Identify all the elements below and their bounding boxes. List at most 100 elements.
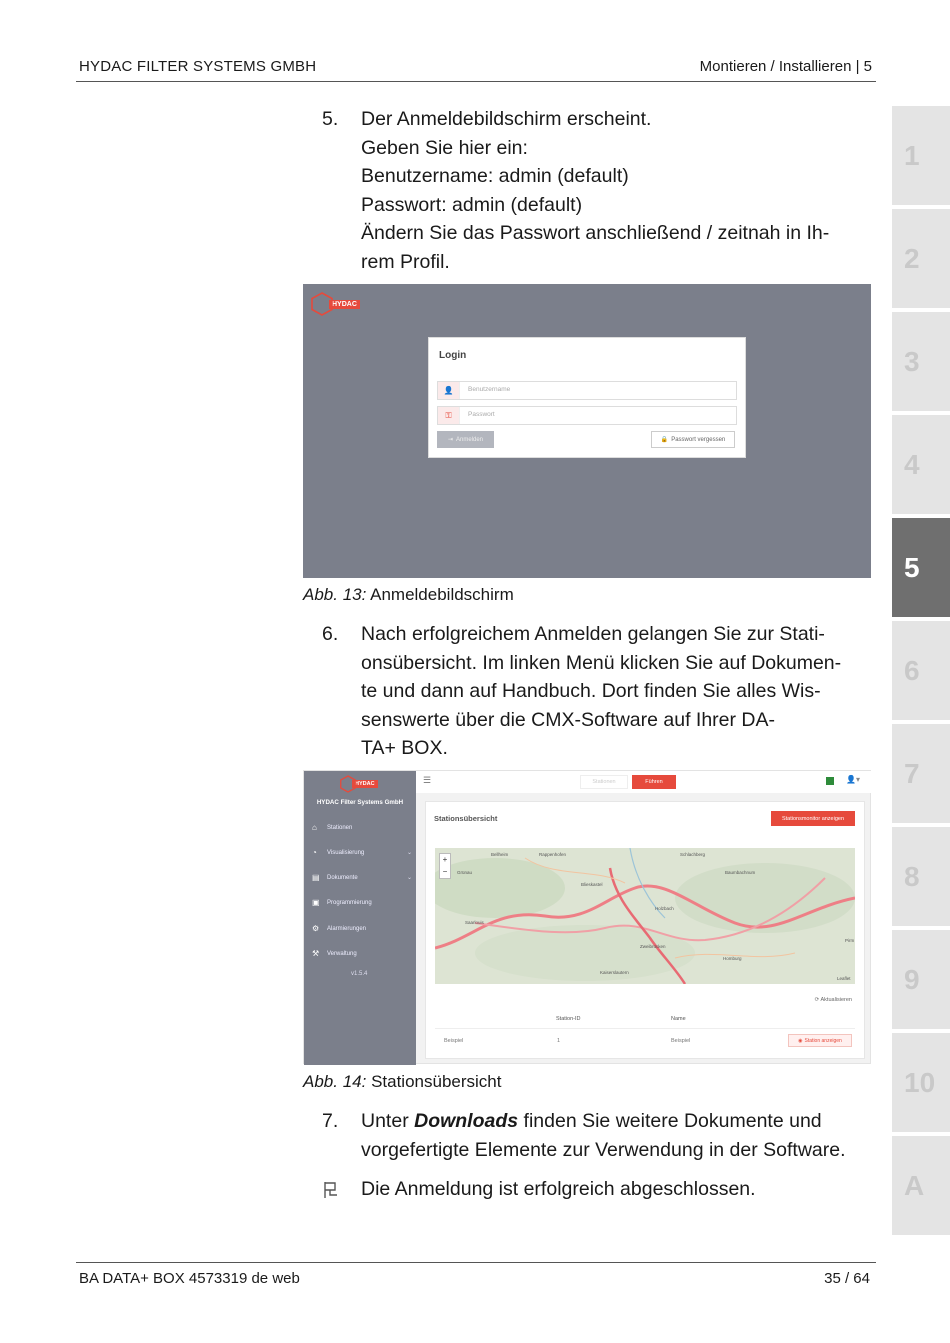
map-label: Holzbach (655, 906, 674, 911)
page-header: HYDAC FILTER SYSTEMS GMBH Montieren / In… (76, 56, 876, 82)
step-text-part: finden Sie weitere Dokumente und (518, 1110, 822, 1132)
hexagon-logo-icon (311, 292, 333, 316)
sidebar-item-documents[interactable]: ▤ Dokumente ⌄ (312, 873, 412, 882)
tab-7[interactable]: 7 (892, 724, 950, 823)
step-number: 5. (322, 108, 339, 130)
tab-3[interactable]: 3 (892, 312, 950, 411)
sidebar-item-label: Stationen (327, 824, 353, 831)
map-label: Baumbachnum (725, 870, 756, 875)
map-label: Homburg (723, 956, 742, 961)
key-icon: ⚿ (438, 407, 460, 424)
logo-text: HYDAC (329, 299, 360, 309)
result-flag-icon (322, 1180, 340, 1206)
map-label: Grünau (457, 870, 473, 875)
map-label: Blieskastel (581, 882, 603, 887)
footer-page: 35 / 64 (824, 1270, 870, 1287)
login-button-label: Anmelden (456, 436, 484, 443)
login-button[interactable]: ⇥ Anmelden (437, 431, 494, 448)
sidebar: HYDAC HYDAC Filter Systems GmbH ⌂ Statio… (304, 771, 416, 1065)
user-icon: 👤 (438, 382, 460, 399)
tab-1[interactable]: 1 (892, 106, 950, 205)
show-station-button[interactable]: ◉ Station anzeigen (788, 1034, 852, 1047)
sidebar-item-label: Dokumente (327, 874, 358, 881)
step-number: 6. (322, 623, 339, 645)
password-input[interactable]: ⚿ Passwort (437, 406, 737, 425)
table-divider (435, 1028, 855, 1029)
login-card: Login 👤 Benutzername ⚿ Passwort ⇥ Anmeld… (428, 337, 746, 458)
top-bar: ☰ Stationen Führen 👤▾ (416, 771, 872, 793)
sidebar-item-stations[interactable]: ⌂ Stationen (312, 823, 412, 832)
map-attribution[interactable]: Leaflet (837, 976, 851, 981)
tab-5[interactable]: 5 (892, 518, 950, 617)
map-label: Bellheim (491, 852, 509, 857)
caption-title: Stationsübersicht (371, 1072, 502, 1091)
header-company: HYDAC FILTER SYSTEMS GMBH (79, 58, 317, 75)
step-line: rem Profil. (361, 250, 450, 273)
user-menu-icon[interactable]: 👤▾ (846, 775, 860, 784)
document-icon: ▤ (312, 873, 320, 882)
column-header-station-id[interactable]: Station-ID (556, 1016, 580, 1022)
tab-10[interactable]: 10 (892, 1033, 950, 1132)
tab-2[interactable]: 2 (892, 209, 950, 308)
alarm-icon: ⚙ (312, 924, 320, 933)
tools-icon: ⚒ (312, 949, 320, 958)
result-text: Die Anmeldung ist erfolgreich abgeschlos… (361, 1178, 756, 1200)
login-screenshot: HYDAC Login 👤 Benutzername ⚿ Passwort ⇥ … (303, 284, 871, 578)
tab-4[interactable]: 4 (892, 415, 950, 514)
sidebar-item-label: Programmierung (327, 899, 372, 906)
step-line: Der Anmeldebildschirm erscheint. (361, 108, 652, 130)
tab-a[interactable]: A (892, 1136, 950, 1235)
station-map[interactable]: + − Bellheim Rappenhofen Schlachberg Grün… (435, 848, 855, 984)
map-zoom-control[interactable]: + − (439, 853, 451, 879)
hamburger-menu-icon[interactable]: ☰ (423, 775, 431, 786)
step-line: Ändern Sie das Passwort anschließend / z… (361, 222, 830, 244)
step-line: Nach erfolgreichem Anmelden gelangen Sie… (361, 623, 825, 645)
step-line: onsübersicht. Im linken Menü klicken Sie… (361, 651, 842, 674)
password-placeholder: Passwort (468, 411, 495, 418)
refresh-button[interactable]: ⟳ Aktualisieren (815, 997, 852, 1003)
sidebar-item-programming[interactable]: ▣ Programmierung (312, 898, 412, 907)
sidebar-item-administration[interactable]: ⚒ Verwaltung (312, 949, 412, 958)
chart-icon: ◔ (312, 848, 317, 857)
column-header-name[interactable]: Name (671, 1016, 686, 1022)
caption-label: Abb. 13: (303, 585, 367, 604)
version-label: v1.5.4 (351, 971, 368, 977)
footer-document: BA DATA+ BOX 4573319 de web (79, 1270, 300, 1287)
stations-icon: ⌂ (312, 823, 317, 832)
tab-9[interactable]: 9 (892, 930, 950, 1029)
hydac-logo: HYDAC (311, 292, 360, 316)
table-cell-name: Beispiel (671, 1038, 691, 1044)
login-title: Login (439, 350, 467, 361)
forgot-password-button[interactable]: 🔒 Passwort vergessen (651, 431, 735, 448)
lock-icon: 🔒 (660, 437, 669, 443)
station-overview-screenshot: HYDAC HYDAC Filter Systems GmbH ⌂ Statio… (303, 770, 872, 1065)
step-text: Der Anmeldebildschirm erscheint. Geben S… (361, 105, 871, 276)
tab-6[interactable]: 6 (892, 621, 950, 720)
username-placeholder: Benutzername (468, 386, 511, 393)
caption-title: Anmeldebildschirm (370, 585, 514, 604)
step-line: vorgefertigte Elemente zur Verwendung in… (361, 1138, 846, 1161)
forgot-password-label: Passwort vergessen (671, 436, 726, 443)
map-label: Saarlouis (465, 920, 484, 925)
hexagon-logo-icon (340, 775, 356, 793)
caption-label: Abb. 14: (303, 1072, 367, 1091)
sidebar-item-label: Visualisierung (327, 849, 365, 856)
stations-pill[interactable]: Stationen (580, 775, 628, 789)
chevron-down-icon: ⌄ (406, 875, 412, 881)
username-input[interactable]: 👤 Benutzername (437, 381, 737, 400)
language-flag-icon[interactable] (826, 777, 834, 785)
header-chapter: Montieren / Installieren | 5 (699, 58, 872, 75)
map-label: Zweibrücken (640, 944, 666, 949)
eye-icon: ◉ (798, 1037, 803, 1044)
sign-in-icon: ⇥ (447, 437, 453, 443)
lead-pill[interactable]: Führen (632, 775, 676, 789)
sidebar-item-visualization[interactable]: ◔ Visualisierung ⌄ (312, 848, 412, 857)
station-monitor-button[interactable]: Stationsmonitor anzeigen (771, 811, 855, 826)
sidebar-company: HYDAC Filter Systems GmbH (316, 799, 404, 806)
tab-8[interactable]: 8 (892, 827, 950, 926)
sidebar-item-alarms[interactable]: ⚙ Alarmierungen (312, 924, 412, 933)
refresh-icon: ⟳ (814, 997, 820, 1003)
figure-13-caption: Abb. 13: Anmeldebildschirm (303, 585, 514, 605)
step-text-part: Unter (361, 1110, 415, 1132)
map-label: Kaiserslautern (600, 970, 629, 975)
